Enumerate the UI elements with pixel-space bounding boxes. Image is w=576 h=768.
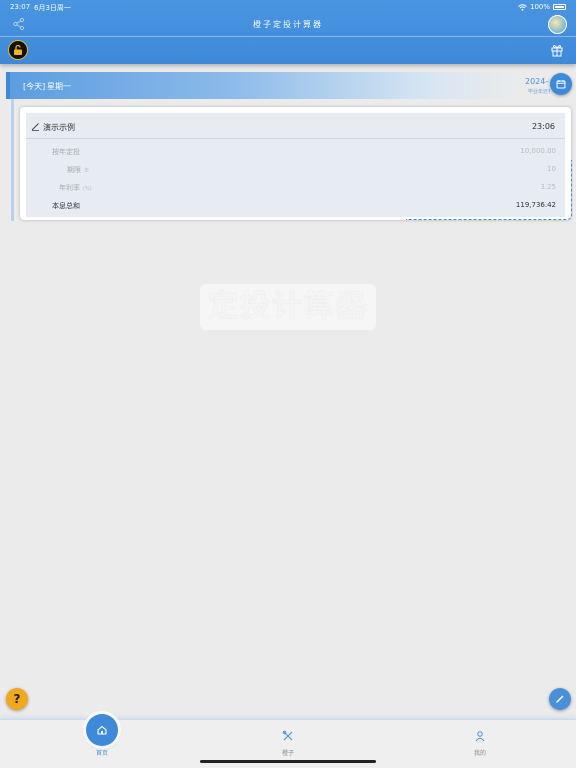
tab-mine[interactable]: 我的 — [384, 720, 576, 768]
page-title: 橙子定投计算器 — [253, 20, 323, 29]
list-item: 期限年 10 — [26, 165, 565, 181]
row-label: 期限 — [67, 166, 81, 174]
weekday-label: 星期一 — [47, 82, 71, 91]
unlock-badge-button[interactable] — [8, 40, 28, 60]
status-bar: 23:07 6月3日周一 100% — [0, 0, 576, 14]
record-card[interactable]: 演示示例 23:06 按年定投 10,000.00 期限年 10 年利率 (%) … — [20, 107, 571, 220]
record-card-body: 演示示例 23:06 按年定投 10,000.00 期限年 10 年利率 (%) … — [26, 113, 565, 217]
date-strip-edge — [6, 72, 10, 99]
date-sub-label: 毕业年还有 — [528, 89, 550, 95]
row-label: 年利率 — [59, 184, 80, 192]
gift-icon[interactable] — [550, 43, 564, 57]
today-label: [今天] — [23, 82, 46, 91]
battery-percent: 100% — [529, 3, 550, 11]
row-value: 3.25 — [540, 183, 556, 191]
record-card-header: 演示示例 23:06 — [26, 113, 565, 139]
title-row: 橙子定投计算器 — [0, 14, 576, 36]
home-indicator — [200, 760, 376, 763]
date-label: 2024-0 — [525, 77, 549, 86]
total-value: 119,736.42 — [515, 201, 556, 209]
watermark-text: 定投计算器 — [200, 284, 376, 330]
row-value: 10,000.00 — [520, 147, 556, 155]
calendar-button[interactable] — [550, 73, 572, 95]
battery-icon — [553, 4, 566, 10]
total-label: 本息总和 — [52, 202, 80, 210]
pencil-icon — [556, 695, 564, 703]
row-label: 按年定投 — [52, 148, 80, 156]
total-row: 本息总和 119,736.42 — [26, 201, 565, 217]
lock-icon — [14, 44, 22, 55]
edit-icon — [31, 123, 39, 131]
home-icon — [86, 714, 118, 746]
tab-label: 首页 — [95, 750, 108, 757]
tab-home[interactable]: 首页 — [0, 714, 192, 768]
header-divider — [0, 36, 576, 37]
status-time: 23:07 — [10, 3, 31, 11]
user-icon — [475, 731, 485, 742]
row-value: 10 — [547, 165, 556, 173]
calendar-icon — [556, 80, 566, 89]
record-title: 演示示例 — [43, 123, 75, 132]
status-indicators: 100% — [518, 3, 566, 11]
date-strip — [6, 72, 576, 99]
status-date: 6月3日周一 — [34, 4, 71, 12]
tools-icon — [282, 730, 293, 741]
tab-label: 我的 — [473, 750, 486, 757]
row-unit: (%) — [83, 186, 92, 192]
wifi-icon — [518, 3, 527, 11]
compose-button[interactable] — [549, 688, 571, 710]
list-item: 年利率 (%) 3.25 — [26, 183, 565, 199]
tab-label: 橙子 — [281, 750, 294, 757]
app-header: 23:07 6月3日周一 100% 橙子定投计算器 — [0, 0, 576, 64]
avatar[interactable] — [548, 15, 567, 34]
row-unit: 年 — [84, 168, 90, 174]
list-item: 按年定投 10,000.00 — [26, 147, 565, 163]
help-button[interactable]: ? — [6, 688, 28, 710]
record-time: 23:06 — [531, 122, 555, 131]
